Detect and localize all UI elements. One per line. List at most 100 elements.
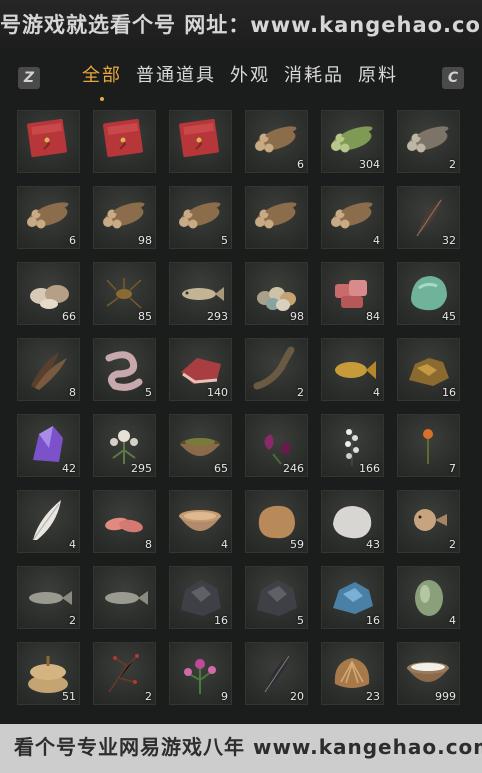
tab-4[interactable]: 原料 bbox=[358, 63, 398, 93]
item-quantity: 16 bbox=[442, 386, 456, 399]
inventory-slot[interactable]: 16 bbox=[169, 566, 232, 629]
watermark-bottom-text: 看个号专业网易游戏八年 www.kangehao.com bbox=[14, 735, 482, 759]
inventory-slot[interactable] bbox=[17, 110, 80, 173]
item-quantity: 8 bbox=[69, 386, 76, 399]
inventory-slot[interactable]: 45 bbox=[397, 262, 460, 325]
inventory-slot[interactable]: 2 bbox=[245, 338, 308, 401]
item-quantity: 45 bbox=[442, 310, 456, 323]
inventory-slot[interactable]: 85 bbox=[93, 262, 156, 325]
grey-fish-icon bbox=[23, 572, 74, 620]
item-quantity: 59 bbox=[290, 538, 304, 551]
item-quantity: 295 bbox=[131, 462, 152, 475]
inventory-slot[interactable]: 32 bbox=[397, 186, 460, 249]
inventory-slot[interactable]: 16 bbox=[321, 566, 384, 629]
inventory-slot[interactable]: 84 bbox=[321, 262, 384, 325]
item-quantity: 66 bbox=[62, 310, 76, 323]
raw-meat-icon bbox=[327, 268, 378, 316]
item-quantity: 6 bbox=[297, 158, 304, 171]
item-quantity: 16 bbox=[214, 614, 228, 627]
inventory-slot[interactable]: 8 bbox=[93, 490, 156, 553]
item-quantity: 2 bbox=[297, 386, 304, 399]
inventory-slot[interactable] bbox=[93, 110, 156, 173]
inventory-slot[interactable]: 140 bbox=[169, 338, 232, 401]
inventory-slot[interactable] bbox=[93, 566, 156, 629]
wood-logs-icon bbox=[175, 192, 226, 240]
inventory-slot[interactable]: 999 bbox=[397, 642, 460, 705]
inventory-slot[interactable]: 66 bbox=[17, 262, 80, 325]
jade-stone-icon bbox=[403, 268, 454, 316]
inventory-slot[interactable]: 65 bbox=[169, 414, 232, 477]
orange-flower-icon bbox=[403, 420, 454, 468]
inventory-slot[interactable]: 23 bbox=[321, 642, 384, 705]
inventory-slot[interactable]: 59 bbox=[245, 490, 308, 553]
inventory-slot[interactable]: 4 bbox=[397, 566, 460, 629]
inventory-slot[interactable]: 6 bbox=[245, 110, 308, 173]
item-quantity: 4 bbox=[373, 386, 380, 399]
inventory-slot[interactable] bbox=[169, 110, 232, 173]
blue-ore-icon bbox=[327, 572, 378, 620]
inventory-slot[interactable]: 2 bbox=[397, 490, 460, 553]
eggs-icon bbox=[251, 268, 302, 316]
item-quantity: 51 bbox=[62, 690, 76, 703]
inventory-slot[interactable]: 4 bbox=[17, 490, 80, 553]
rice-sacks-icon bbox=[23, 648, 74, 696]
grey-fish-icon bbox=[99, 572, 150, 620]
inventory-slot[interactable]: 51 bbox=[17, 642, 80, 705]
pink-flowers-icon bbox=[175, 648, 226, 696]
inventory-slot[interactable]: 246 bbox=[245, 414, 308, 477]
item-quantity: 7 bbox=[449, 462, 456, 475]
inventory-slot[interactable]: 9 bbox=[169, 642, 232, 705]
inventory-slot[interactable]: 5 bbox=[169, 186, 232, 249]
inventory-slot[interactable]: 5 bbox=[245, 566, 308, 629]
inventory-slot[interactable]: 293 bbox=[169, 262, 232, 325]
red-envelope-icon bbox=[99, 116, 150, 164]
item-quantity: 293 bbox=[207, 310, 228, 323]
watermark-bottom-banner: 看个号专业网易游戏八年 www.kangehao.com bbox=[0, 724, 482, 773]
inventory-slot[interactable]: 8 bbox=[17, 338, 80, 401]
inventory-slot[interactable]: 42 bbox=[17, 414, 80, 477]
item-quantity: 166 bbox=[359, 462, 380, 475]
inventory-slot[interactable]: 98 bbox=[245, 262, 308, 325]
prev-tab-key-hint[interactable]: Z bbox=[18, 67, 40, 89]
inventory-slot[interactable]: 16 bbox=[397, 338, 460, 401]
tab-1[interactable]: 普通道具 bbox=[136, 63, 216, 93]
inventory-slot[interactable]: 7 bbox=[397, 414, 460, 477]
inventory-slot[interactable]: 5 bbox=[93, 338, 156, 401]
grey-logs-icon bbox=[403, 116, 454, 164]
insect-icon bbox=[99, 268, 150, 316]
inventory-slot[interactable]: 4 bbox=[169, 490, 232, 553]
wood-logs-icon bbox=[251, 192, 302, 240]
inventory-slot[interactable]: 6 bbox=[17, 186, 80, 249]
inventory-slot[interactable]: 98 bbox=[93, 186, 156, 249]
herb-bowl-icon bbox=[175, 420, 226, 468]
inventory-slot[interactable]: 2 bbox=[17, 566, 80, 629]
item-quantity: 20 bbox=[290, 690, 304, 703]
eel-icon bbox=[251, 344, 302, 392]
inventory-slot[interactable] bbox=[245, 186, 308, 249]
inventory-slot[interactable]: 4 bbox=[321, 338, 384, 401]
item-quantity: 246 bbox=[283, 462, 304, 475]
inventory-slot[interactable]: 166 bbox=[321, 414, 384, 477]
inventory-slot[interactable]: 2 bbox=[397, 110, 460, 173]
inventory-slot[interactable]: 20 bbox=[245, 642, 308, 705]
wood-logs-icon bbox=[251, 116, 302, 164]
gourd-icon bbox=[403, 572, 454, 620]
tab-label: 普通道具 bbox=[136, 65, 216, 86]
tab-0[interactable]: 全部 bbox=[82, 63, 122, 101]
inventory-slot[interactable]: 4 bbox=[321, 186, 384, 249]
dark-feather-icon bbox=[251, 648, 302, 696]
inventory-slot[interactable]: 2 bbox=[93, 642, 156, 705]
tab-2[interactable]: 外观 bbox=[230, 63, 270, 93]
inventory-slot[interactable]: 43 bbox=[321, 490, 384, 553]
red-envelope-icon bbox=[175, 116, 226, 164]
inventory-slot[interactable]: 295 bbox=[93, 414, 156, 477]
inventory-slot[interactable]: 304 bbox=[321, 110, 384, 173]
wood-logs-icon bbox=[327, 192, 378, 240]
inventory-grid: 6 304 2 6 98 5 4 32 66 85 293 98 84 45 8… bbox=[17, 110, 467, 705]
next-tab-key-hint[interactable]: C bbox=[442, 67, 464, 89]
tab-label: 原料 bbox=[358, 65, 398, 86]
item-quantity: 98 bbox=[290, 310, 304, 323]
dark-ore-icon bbox=[251, 572, 302, 620]
tab-3[interactable]: 消耗品 bbox=[284, 63, 344, 93]
item-quantity: 23 bbox=[366, 690, 380, 703]
